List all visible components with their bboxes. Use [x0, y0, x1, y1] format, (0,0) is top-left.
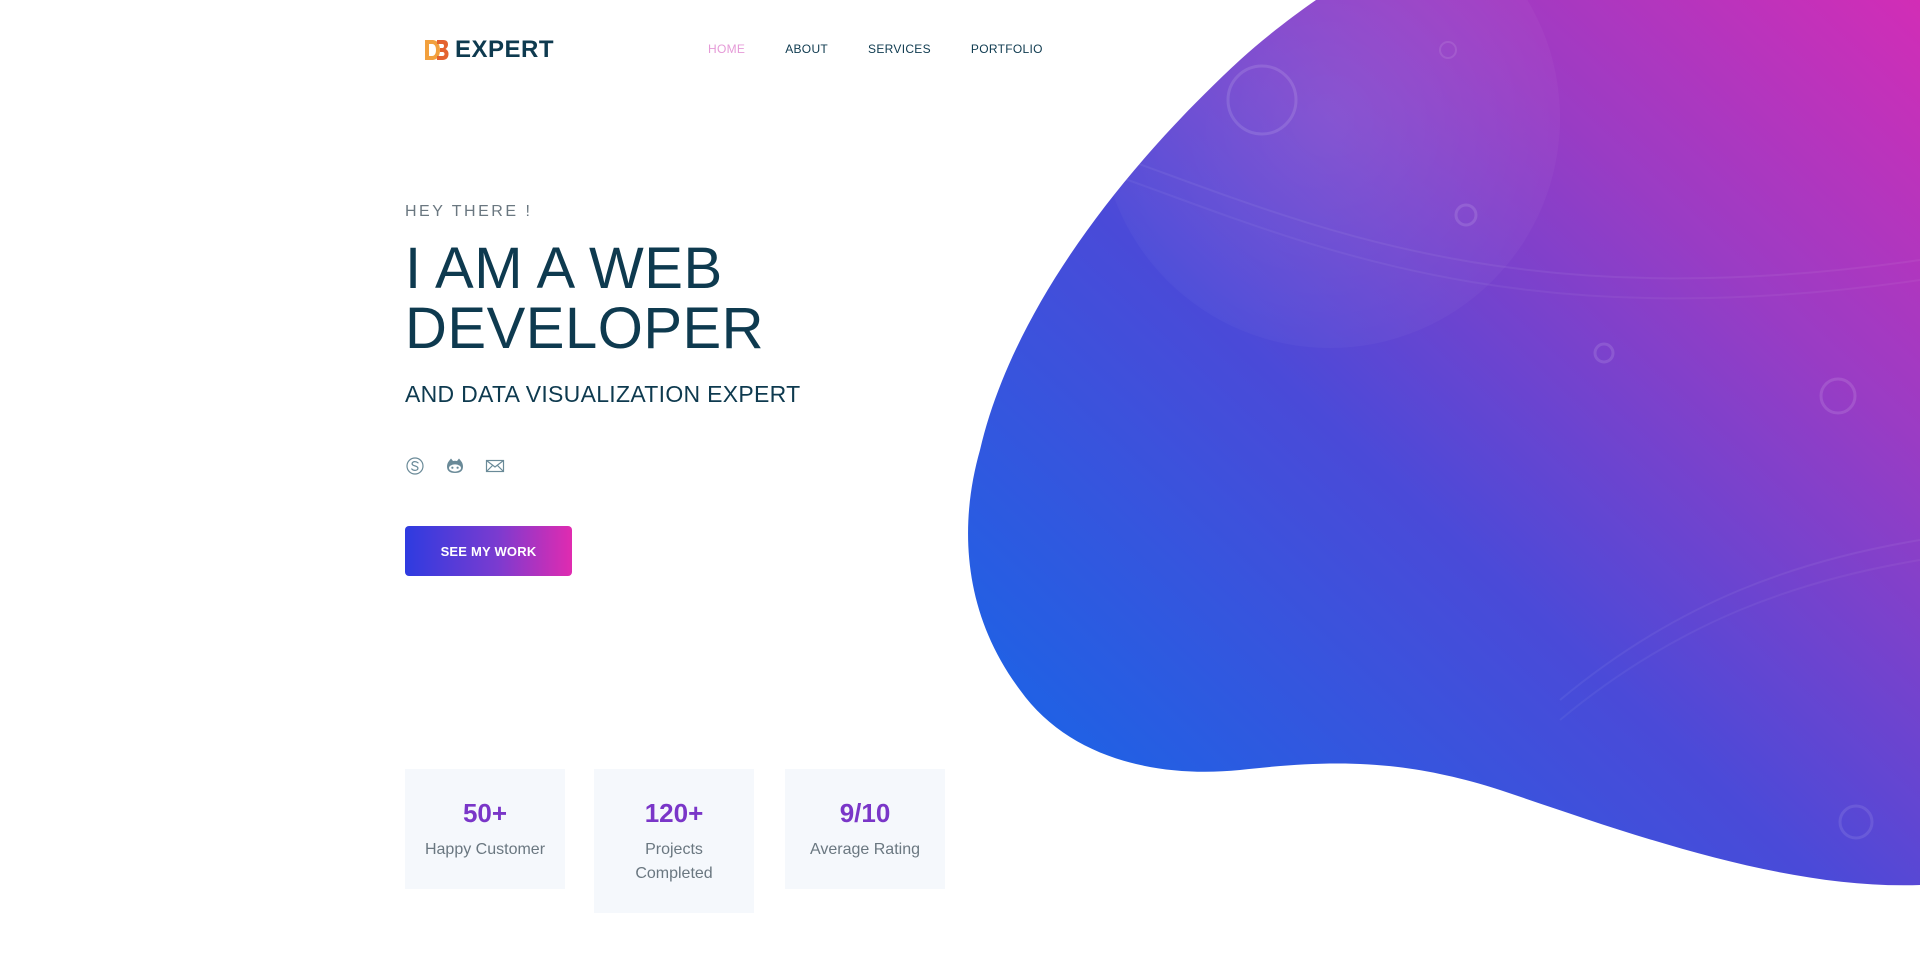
stat-card-projects: 120+ Projects Completed [594, 769, 754, 913]
see-my-work-button[interactable]: SEE MY WORK [405, 526, 572, 576]
site-header: EXPERT HOME ABOUT SERVICES PORTFOLIO [0, 0, 1920, 100]
stat-value: 120+ [644, 798, 704, 828]
social-links [405, 456, 801, 476]
mail-icon[interactable] [485, 456, 505, 476]
db-logo-icon [425, 40, 449, 60]
nav-item-about[interactable]: ABOUT [785, 42, 828, 56]
stat-card-customers: 50+ Happy Customer [405, 769, 565, 889]
hero-gradient-blob [968, 0, 1920, 886]
hero-greeting: HEY THERE ! [405, 203, 533, 220]
stat-label: Happy Customer [424, 841, 546, 858]
main-nav: HOME ABOUT SERVICES PORTFOLIO [708, 42, 1043, 56]
stat-value: 50+ [462, 798, 508, 828]
hero-subheadline: AND DATA VISUALIZATION EXPERT [405, 381, 801, 407]
hero-headline-line2: DEVELOPER [405, 296, 765, 361]
github-icon[interactable] [445, 456, 465, 476]
hero-headline-line1: I AM A WEB [405, 236, 723, 301]
hero-headline: I AM A WEB DEVELOPER [405, 239, 801, 359]
stat-value: 9/10 [839, 798, 891, 828]
brand-name: EXPERT [455, 36, 555, 63]
stat-card-rating: 9/10 Average Rating [785, 769, 945, 889]
nav-item-portfolio[interactable]: PORTFOLIO [971, 42, 1043, 56]
stat-label: Average Rating [810, 841, 920, 858]
skype-icon[interactable] [405, 456, 425, 476]
hero-section: HEY THERE ! I AM A WEB DEVELOPER AND DAT… [405, 203, 801, 576]
nav-item-services[interactable]: SERVICES [868, 42, 931, 56]
brand-logo[interactable]: EXPERT [423, 36, 554, 64]
nav-item-home[interactable]: HOME [708, 42, 745, 56]
stat-label: Projects Completed [635, 841, 713, 882]
